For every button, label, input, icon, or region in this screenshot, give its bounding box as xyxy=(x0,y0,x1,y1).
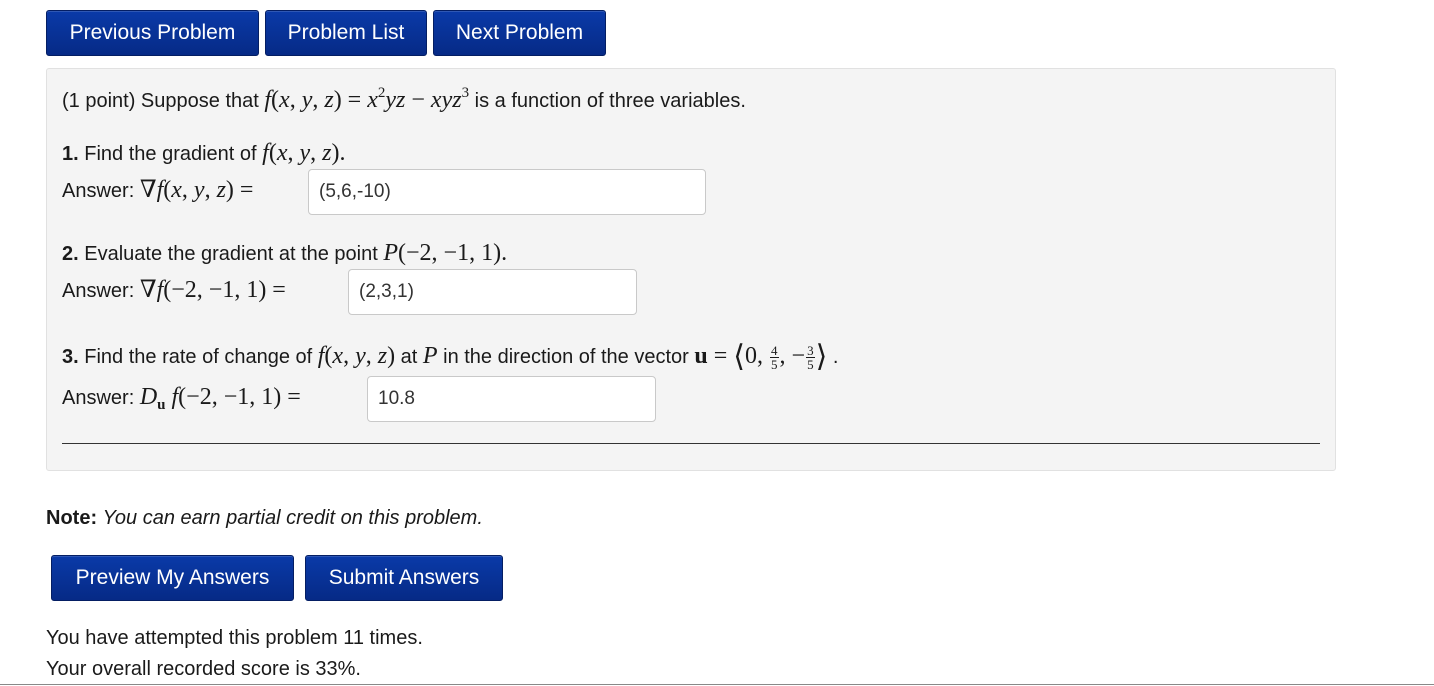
question-3-function-math: f(x, y, z) xyxy=(317,343,396,369)
problem-intro-suffix: is a function of three variables. xyxy=(474,90,746,112)
question-1-number: 1. xyxy=(62,143,79,165)
question-3-point-math: P xyxy=(422,343,438,369)
problem-intro-prefix: (1 point) Suppose that xyxy=(62,90,259,112)
problem-intro: (1 point) Suppose that f(x, y, z) = x2yz… xyxy=(62,85,746,113)
question-3: 3. Find the rate of change of f(x, y, z)… xyxy=(62,342,838,372)
question-2: 2. Evaluate the gradient at the point P(… xyxy=(62,241,507,265)
answer-1-input[interactable] xyxy=(308,169,706,215)
question-1: 1. Find the gradient of f(x, y, z). xyxy=(62,141,345,165)
next-problem-button[interactable]: Next Problem xyxy=(433,10,606,56)
note-text: You can earn partial credit on this prob… xyxy=(102,507,483,529)
answer-1-label: Answer: xyxy=(62,180,135,202)
question-3-number: 3. xyxy=(62,346,79,368)
problem-panel xyxy=(46,68,1336,471)
bottom-divider xyxy=(0,684,1434,685)
previous-problem-button[interactable]: Previous Problem xyxy=(46,10,259,56)
answer-3-input[interactable] xyxy=(367,376,656,422)
note-label: Note: xyxy=(46,507,98,529)
attempts-status: You have attempted this problem 11 times… xyxy=(46,627,423,649)
answer-1-label-row: Answer: ∇f(x, y, z) = xyxy=(62,178,253,202)
question-2-math: P(−2, −1, 1). xyxy=(383,240,508,266)
answer-2-input[interactable] xyxy=(348,269,637,315)
answer-1-math: ∇f(x, y, z) = xyxy=(139,177,254,203)
question-1-text: Find the gradient of xyxy=(84,143,257,165)
answer-3-math: Du f(−2, −1, 1) = xyxy=(139,384,301,413)
question-3-vector-math: u = ⟨0, 45, −3 5 ⟩ xyxy=(694,340,828,373)
preview-answers-button[interactable]: Preview My Answers xyxy=(51,555,294,601)
question-3-text-a: Find the rate of change of xyxy=(84,346,313,368)
submit-answers-button[interactable]: Submit Answers xyxy=(305,555,503,601)
problem-list-button[interactable]: Problem List xyxy=(265,10,427,56)
function-definition-math: f(x, y, z) = x2yz − xyz3 xyxy=(264,85,470,113)
answer-2-label: Answer: xyxy=(62,280,135,302)
problem-divider xyxy=(62,443,1320,444)
question-1-math: f(x, y, z). xyxy=(262,140,346,166)
question-3-text-b: at xyxy=(400,346,418,368)
question-2-number: 2. xyxy=(62,243,79,265)
answer-2-label-row: Answer: ∇f(−2, −1, 1) = xyxy=(62,278,286,302)
answer-3-label: Answer: xyxy=(62,387,135,409)
partial-credit-note: Note: You can earn partial credit on thi… xyxy=(46,507,483,530)
question-2-text: Evaluate the gradient at the point xyxy=(84,243,378,265)
answer-2-math: ∇f(−2, −1, 1) = xyxy=(139,277,286,303)
question-3-text-c: in the direction of the vector xyxy=(443,346,689,368)
question-3-period: . xyxy=(832,346,839,368)
answer-3-label-row: Answer: Du f(−2, −1, 1) = xyxy=(62,384,301,413)
score-status: Your overall recorded score is 33%. xyxy=(46,658,361,680)
